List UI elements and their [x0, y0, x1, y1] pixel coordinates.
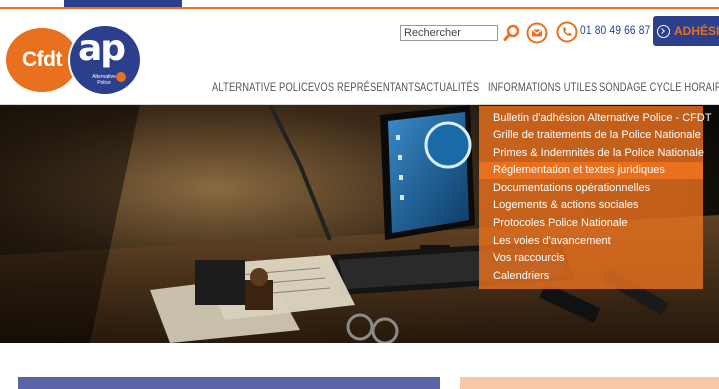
search-input[interactable] [400, 25, 498, 41]
dropdown-item-calendriers[interactable]: Calendriers [479, 268, 703, 285]
content-box-right [460, 377, 719, 389]
ap-letters: ap [78, 28, 126, 69]
dropdown-item-documentations[interactable]: Documentations opérationnelles [479, 180, 703, 197]
nav-item-informations-utiles[interactable]: INFORMATIONS UTILES [488, 80, 597, 94]
phone-button[interactable] [556, 21, 578, 43]
dropdown-item-protocoles[interactable]: Protocoles Police Nationale [479, 215, 703, 232]
dropdown-item-voies-avancement[interactable]: Les voies d'avancement [479, 233, 703, 250]
arrow-circle-icon [657, 24, 670, 38]
nav-item-vos-representants[interactable]: VOS REPRÉSENTANTS [314, 80, 421, 94]
search-button[interactable] [503, 23, 521, 43]
dropdown-item-logements[interactable]: Logements & actions sociales [479, 197, 703, 214]
nav-item-sondage-cycle-horaire[interactable]: SONDAGE CYCLE HORAIRE [599, 80, 719, 94]
phone-icon [556, 21, 578, 43]
email-button[interactable] [526, 22, 548, 44]
content-box-left [18, 377, 440, 389]
dropdown-item-reglementation[interactable]: Réglementation et textes juridiques [479, 162, 703, 179]
mail-icon [526, 22, 548, 44]
nav-item-alternative-police[interactable]: ALTERNATIVE POLICE [212, 80, 314, 94]
top-tab [64, 0, 182, 7]
adhesion-label: ADHÉSI [674, 24, 719, 38]
nav-item-actualites[interactable]: ACTUALITÉS [420, 80, 479, 94]
adhesion-button[interactable]: ADHÉSI [653, 16, 719, 46]
top-strip [0, 0, 719, 9]
informations-utiles-dropdown: Bulletin d'adhésion Alternative Police -… [479, 106, 712, 289]
phone-number[interactable]: 01 80 49 66 87 [580, 23, 650, 37]
dropdown-item-grille-traitements[interactable]: Grille de traitements de la Police Natio… [479, 127, 703, 144]
dropdown-item-bulletin-adhesion[interactable]: Bulletin d'adhésion Alternative Police -… [479, 110, 712, 127]
dropdown-item-primes-indemnites[interactable]: Primes & Indemnités de la Police Nationa… [479, 145, 704, 162]
search-icon [503, 24, 520, 41]
dropdown-item-vos-raccourcis[interactable]: Vos raccourcis [479, 250, 703, 267]
top-accent-line [0, 7, 719, 9]
main-nav: ALTERNATIVE POLICE VOS REPRÉSENTANTS ACT… [0, 80, 719, 98]
